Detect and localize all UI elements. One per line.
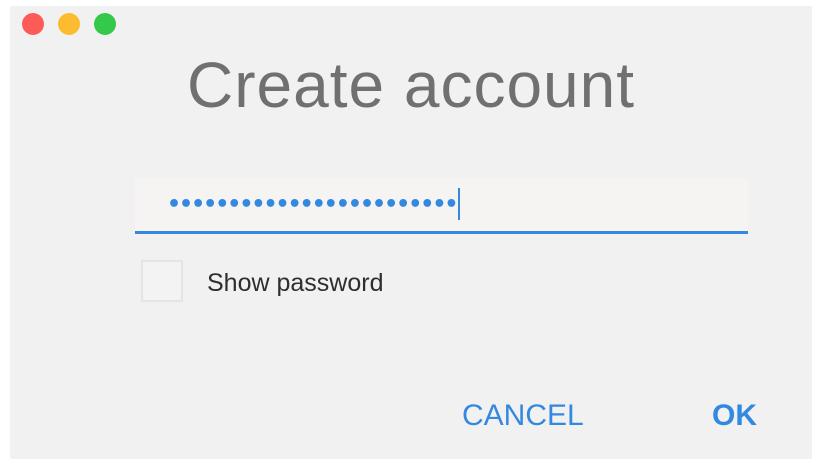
password-value: ••••••••••••••••••••••••: [167, 192, 458, 217]
password-field[interactable]: ••••••••••••••••••••••••: [135, 178, 748, 234]
ok-button[interactable]: OK: [712, 399, 757, 433]
cancel-button[interactable]: CANCEL: [462, 399, 584, 433]
text-caret: [458, 188, 460, 220]
window-controls: [22, 13, 116, 35]
show-password-label[interactable]: Show password: [207, 269, 383, 298]
show-password-checkbox[interactable]: [141, 260, 183, 302]
close-window-button[interactable]: [22, 13, 44, 35]
maximize-window-button[interactable]: [94, 13, 116, 35]
dialog-window: Create account •••••••••••••••••••••••• …: [10, 6, 812, 459]
minimize-window-button[interactable]: [58, 13, 80, 35]
dialog-title: Create account: [186, 49, 636, 121]
